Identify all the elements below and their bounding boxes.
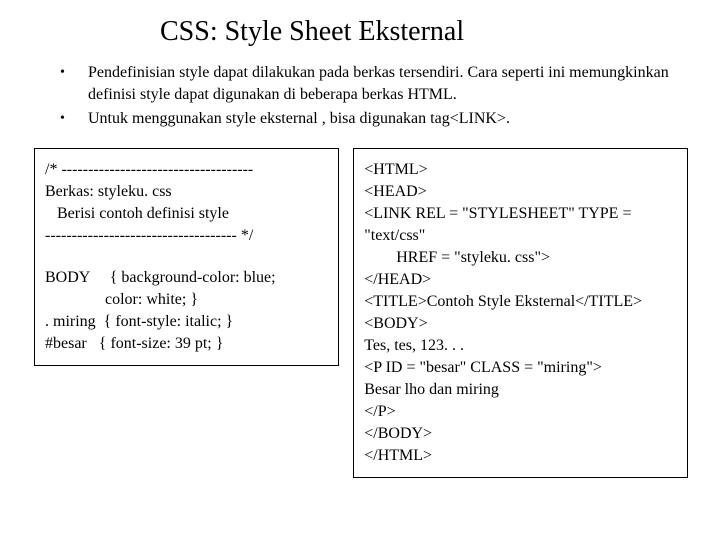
list-item: • Pendefinisian style dapat dilakukan pa… [60, 62, 688, 106]
code-line: /* ------------------------------------ [45, 159, 328, 181]
code-line: . miring { font-style: italic; } [45, 311, 328, 333]
code-boxes-row: /* ------------------------------------ … [34, 148, 688, 478]
spacer [45, 247, 328, 267]
bullet-text: Untuk menggunakan style eksternal , bisa… [88, 108, 688, 130]
html-code-box: <HTML> <HEAD> <LINK REL = "STYLESHEET" T… [353, 148, 688, 478]
code-line: </HEAD> [364, 269, 677, 291]
css-code-box: /* ------------------------------------ … [34, 148, 339, 366]
code-line: <TITLE>Contoh Style Eksternal</TITLE> [364, 291, 677, 313]
code-line: #besar { font-size: 39 pt; } [45, 333, 328, 355]
code-line: </P> [364, 401, 677, 423]
bullet-dot-icon: • [60, 62, 88, 84]
slide-page: CSS: Style Sheet Eksternal • Pendefinisi… [0, 0, 718, 488]
code-line: ------------------------------------ */ [45, 225, 328, 247]
code-line: color: white; } [45, 289, 328, 311]
code-line: <HEAD> [364, 181, 677, 203]
bullet-list: • Pendefinisian style dapat dilakukan pa… [60, 62, 688, 130]
code-line: Tes, tes, 123. . . [364, 335, 677, 357]
code-line: Berisi contoh definisi style [45, 203, 328, 225]
code-line: BODY { background-color: blue; [45, 267, 328, 289]
page-title: CSS: Style Sheet Eksternal [160, 16, 688, 48]
code-line: <LINK REL = "STYLESHEET" TYPE = "text/cs… [364, 203, 677, 247]
code-line: </HTML> [364, 445, 677, 467]
code-line: <HTML> [364, 159, 677, 181]
bullet-text: Pendefinisian style dapat dilakukan pada… [88, 62, 688, 106]
code-line: HREF = "styleku. css"> [364, 247, 677, 269]
code-line: </BODY> [364, 423, 677, 445]
code-line: <P ID = "besar" CLASS = "miring"> [364, 357, 677, 379]
bullet-dot-icon: • [60, 108, 88, 130]
code-line: Berkas: styleku. css [45, 181, 328, 203]
list-item: • Untuk menggunakan style eksternal , bi… [60, 108, 688, 130]
code-line: Besar lho dan miring [364, 379, 677, 401]
code-line: <BODY> [364, 313, 677, 335]
